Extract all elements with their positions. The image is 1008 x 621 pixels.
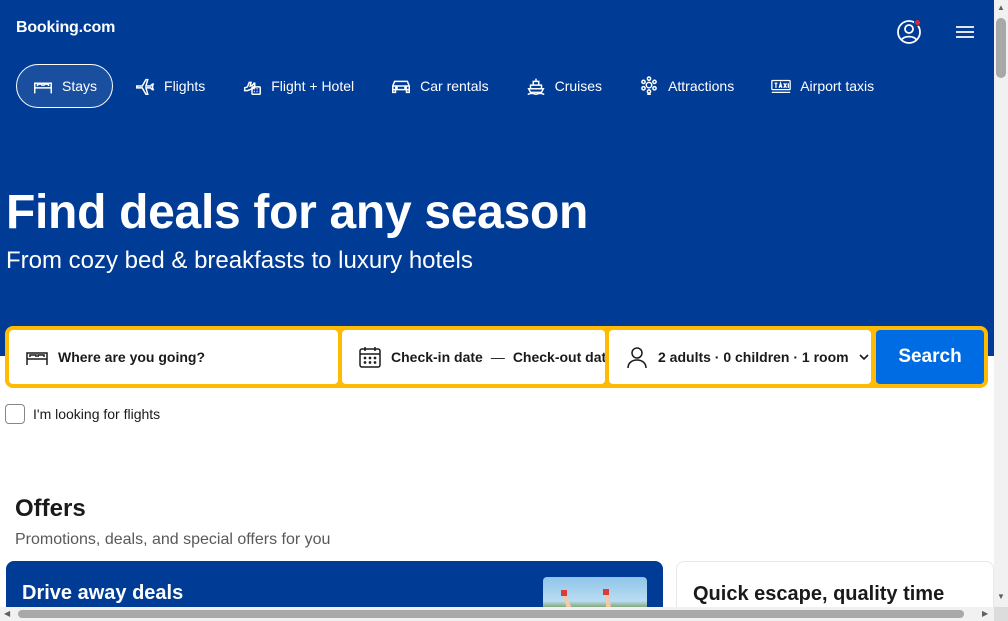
scrollbar-corner <box>994 607 1008 621</box>
search-bar: Check-in date — Check-out date 2 adults … <box>5 326 988 388</box>
dates-field[interactable]: Check-in date — Check-out date <box>342 330 605 384</box>
checkout-label: Check-out date <box>512 349 605 365</box>
nav-label: Attractions <box>668 78 735 94</box>
nav-label: Flights <box>164 78 206 94</box>
offers-subtitle: Promotions, deals, and special offers fo… <box>15 531 331 548</box>
offer-card-title: Drive away deals <box>22 582 184 604</box>
bed-icon <box>34 82 52 94</box>
nav-item-airport-taxis[interactable]: Airport taxis <box>755 64 889 108</box>
flights-checkbox-row[interactable]: I'm looking for flights <box>5 404 160 424</box>
bed-icon <box>26 352 48 365</box>
notification-dot <box>914 19 921 26</box>
checkin-label: Check-in date <box>391 349 483 365</box>
hamburger-menu-icon[interactable] <box>954 22 976 42</box>
attractions-icon <box>641 76 657 95</box>
vertical-scroll-thumb[interactable] <box>996 18 1006 78</box>
destination-input[interactable] <box>58 349 318 365</box>
nav-item-cruises[interactable]: Cruises <box>510 64 617 108</box>
hero-title: Find deals for any season <box>6 186 589 239</box>
scroll-right-arrow-icon[interactable]: ▶ <box>982 609 988 618</box>
person-icon <box>627 347 647 369</box>
hero-banner: Booking.com Stays Flights Flight + Hotel <box>0 0 994 356</box>
nav-item-flights[interactable]: Flights <box>119 64 220 108</box>
horizontal-scrollbar[interactable]: ◀ ▶ <box>0 607 994 621</box>
nav-label: Cruises <box>554 78 603 94</box>
nav-label: Car rentals <box>420 78 489 94</box>
plane-icon <box>136 78 155 95</box>
chevron-down-icon <box>859 354 869 361</box>
nav-item-flight-hotel[interactable]: Flight + Hotel <box>226 64 369 108</box>
ship-icon <box>527 78 545 95</box>
nav-item-car-rentals[interactable]: Car rentals <box>375 64 503 108</box>
product-nav: Stays Flights Flight + Hotel Car rentals… <box>16 64 895 108</box>
nav-item-stays[interactable]: Stays <box>16 64 114 108</box>
flight-hotel-icon <box>244 81 262 95</box>
occupancy-field[interactable]: 2 adults · 0 children · 1 room <box>609 330 871 384</box>
horizontal-scroll-thumb[interactable] <box>18 610 964 618</box>
offer-card-title: Quick escape, quality time <box>693 583 945 605</box>
occupancy-label: 2 adults · 0 children · 1 room <box>658 349 849 365</box>
search-button[interactable]: Search <box>876 330 984 384</box>
nav-label: Flight + Hotel <box>271 78 355 94</box>
offers-title: Offers <box>15 495 86 522</box>
flights-checkbox-label: I'm looking for flights <box>33 406 161 422</box>
car-icon <box>392 80 411 94</box>
flights-checkbox[interactable] <box>5 404 25 424</box>
scroll-down-arrow-icon[interactable]: ▼ <box>997 592 1005 601</box>
scroll-up-arrow-icon[interactable]: ▲ <box>997 3 1005 12</box>
hero-subtitle: From cozy bed & breakfasts to luxury hot… <box>6 247 473 274</box>
nav-item-attractions[interactable]: Attractions <box>623 64 749 108</box>
nav-label: Airport taxis <box>800 78 875 94</box>
taxi-icon <box>771 79 792 94</box>
account-icon[interactable] <box>895 18 923 46</box>
destination-field[interactable] <box>9 330 338 384</box>
vertical-scrollbar[interactable]: ▲ ▼ <box>994 0 1008 621</box>
booking-logo[interactable]: Booking.com <box>16 19 115 37</box>
nav-label: Stays <box>62 78 98 94</box>
calendar-icon <box>359 347 381 368</box>
scroll-left-arrow-icon[interactable]: ◀ <box>4 609 10 618</box>
date-separator: — <box>490 349 505 365</box>
